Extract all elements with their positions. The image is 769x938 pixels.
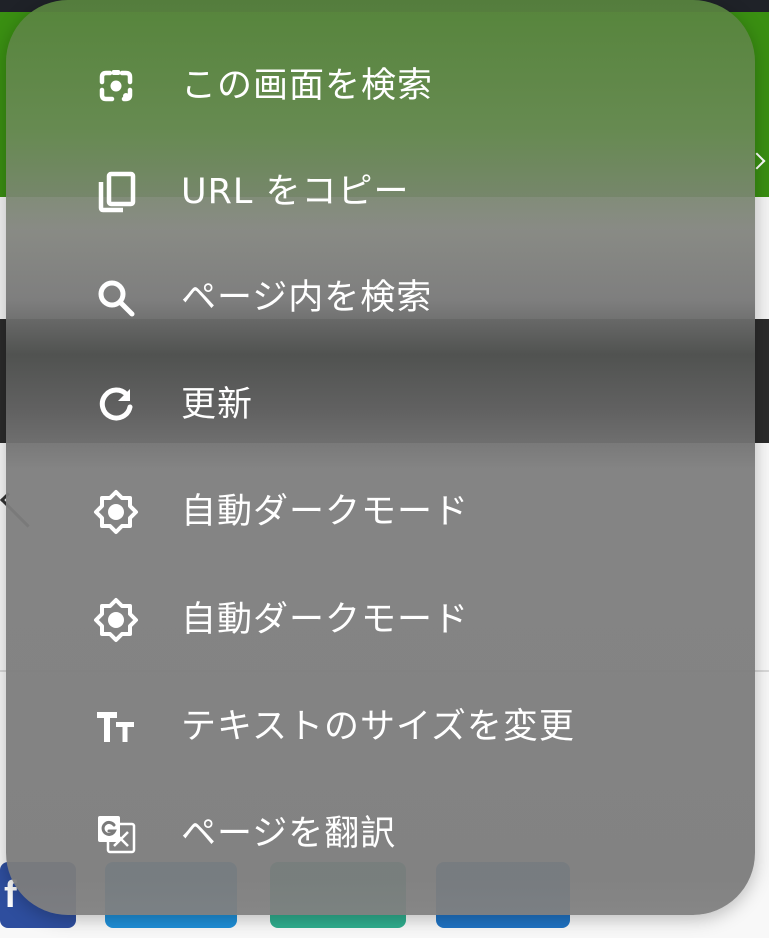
search-icon <box>92 274 140 322</box>
menu-item-copy-url[interactable]: URL をコピー <box>6 139 755 245</box>
menu-item-label: 自動ダークモード <box>181 492 470 532</box>
menu-item-text-size[interactable]: テキストのサイズを変更 <box>6 674 755 780</box>
menu-item-search-screen[interactable]: この画面を検索 <box>6 33 755 139</box>
menu-item-find-in-page[interactable]: ページ内を検索 <box>6 245 755 351</box>
context-menu: この画面を検索 URL をコピー ページ内を検索 更新 自動ダークモード 自動ダ… <box>6 0 755 915</box>
menu-item-label: テキストのサイズを変更 <box>181 707 575 747</box>
text-size-icon <box>92 703 140 751</box>
brightness-icon <box>92 488 140 536</box>
menu-item-label: この画面を検索 <box>181 66 434 106</box>
menu-item-label: 更新 <box>181 385 254 425</box>
menu-item-label: URL をコピー <box>181 172 410 212</box>
copy-icon <box>92 168 140 216</box>
menu-item-label: ページを翻訳 <box>181 814 397 854</box>
lens-camera-icon <box>92 62 140 110</box>
menu-item-label: ページ内を検索 <box>181 278 433 318</box>
menu-item-auto-dark-mode[interactable]: 自動ダークモード <box>6 567 755 673</box>
translate-icon <box>92 810 140 858</box>
menu-item-auto-dark-mode[interactable]: 自動ダークモード <box>6 459 755 565</box>
brightness-icon <box>92 596 140 644</box>
menu-item-label: 自動ダークモード <box>181 600 470 640</box>
menu-item-translate[interactable]: ページを翻訳 <box>6 781 755 887</box>
menu-item-reload[interactable]: 更新 <box>6 352 755 458</box>
refresh-icon <box>92 381 140 429</box>
